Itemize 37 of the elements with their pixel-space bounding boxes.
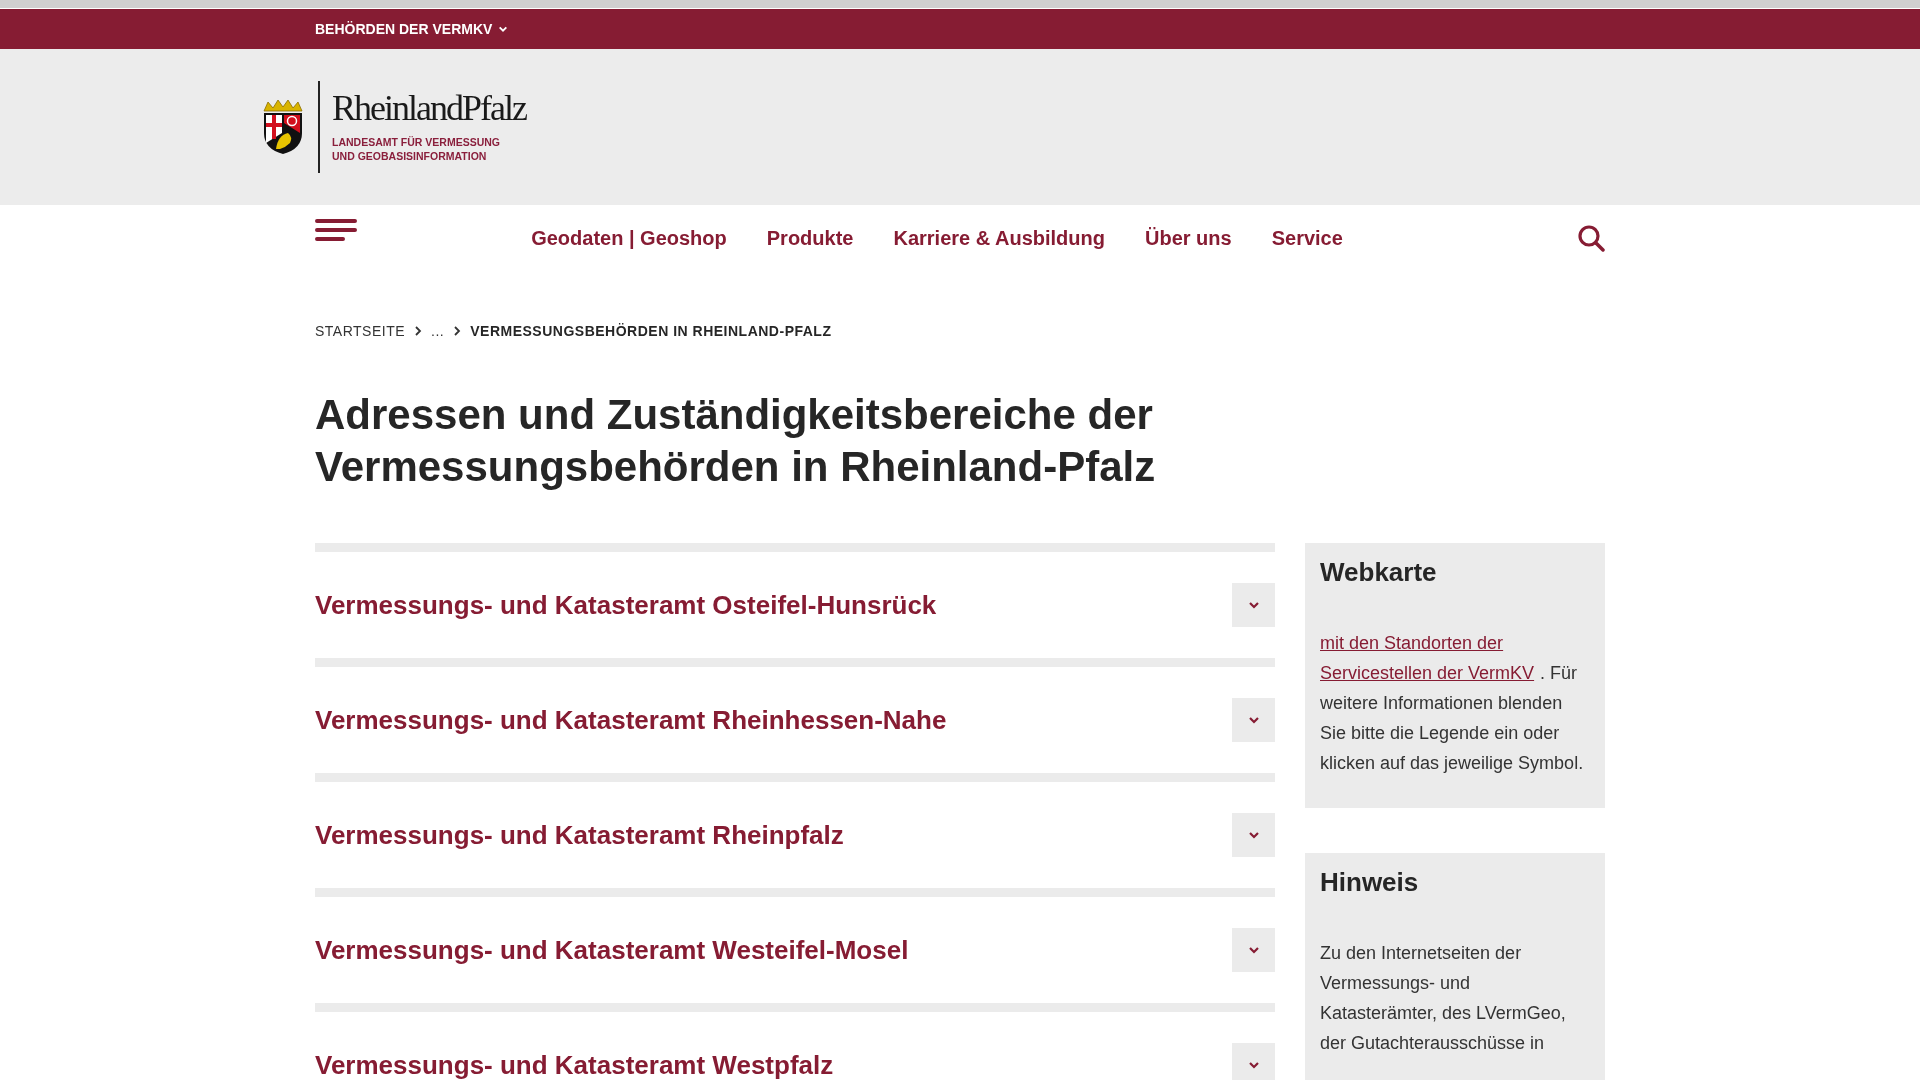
- breadcrumb-link[interactable]: STARTSEITE: [315, 323, 406, 339]
- authorities-dropdown[interactable]: BEHÖRDEN DER VERMKV: [315, 21, 509, 37]
- nav-link[interactable]: Über uns: [1145, 226, 1232, 250]
- accordion-title[interactable]: Vermessungs- und Katasteramt Osteifel-Hunsrück: [315, 589, 937, 621]
- card-title: Hinweis: [1320, 867, 1420, 898]
- agency-name: LANDESAMT FÜR VERMESSUNG UND GEOBASISINFORMATION: [332, 136, 501, 164]
- card-text: mit den Standorten der Servicestellen der VermKV . Für weitere Informationen blenden Sie bitte die Legende ein oder klicken auf das jeweilige Symbol.: [1320, 628, 1590, 778]
- map-link[interactable]: mit den Standorten der Servicestellen der VermKV: [1320, 628, 1540, 688]
- accordion-title[interactable]: Vermessungs- und Katasteramt Westeifel-Mosel: [315, 934, 909, 966]
- chevron-icon: [1247, 1059, 1260, 1071]
- page-title: Adressen und Zuständigkeitsbereiche der Vermessungsbehörden in Rheinland-Pfalz: [315, 390, 1157, 492]
- chevron-icon: [1247, 829, 1260, 841]
- accordion-title[interactable]: Vermessungs- und Katasteramt Westpfalz: [315, 1049, 834, 1080]
- accordion-title[interactable]: Vermessungs- und Katasteramt Rheinhessen-Nahe: [315, 704, 947, 736]
- expand-button[interactable]: [1232, 698, 1275, 742]
- expand-button[interactable]: [1232, 813, 1275, 857]
- breadcrumb-link[interactable]: ...: [431, 323, 445, 339]
- card-text: Zu den Internetseiten der Vermessungs- und Katasterämter, des LVermGeo, der Gutachterausschüsse in: [1320, 942, 1567, 1055]
- nav-link[interactable]: Produkte: [766, 226, 854, 250]
- expand-button[interactable]: [1232, 928, 1275, 972]
- card-title: Webkarte: [1320, 557, 1438, 588]
- chevron-icon: [1247, 714, 1260, 726]
- nav-link[interactable]: Service: [1271, 226, 1343, 250]
- nav-link[interactable]: Karriere & Ausbildung: [893, 226, 1105, 250]
- chevron-icon: [498, 24, 509, 34]
- nav-link[interactable]: Geodaten | Geoshop: [531, 226, 727, 250]
- search-button[interactable]: [1577, 224, 1605, 252]
- chevron-right-icon: [413, 325, 424, 337]
- coat-of-arms-drawing: [260, 99, 306, 155]
- expand-button[interactable]: [1232, 1043, 1275, 1080]
- expand-button[interactable]: [1232, 583, 1275, 627]
- accordion-title[interactable]: Vermessungs- und Katasteramt Rheinpfalz: [315, 819, 844, 851]
- chevron-right-icon: [452, 325, 463, 337]
- chevron-icon: [1247, 944, 1260, 956]
- chevron-icon: [1247, 599, 1260, 611]
- breadcrumb-link[interactable]: VERMESSUNGSBEHÖRDEN IN RHEINLAND-PFALZ: [470, 323, 832, 339]
- logo-wordmark: RheinlandPfalz: [332, 90, 526, 127]
